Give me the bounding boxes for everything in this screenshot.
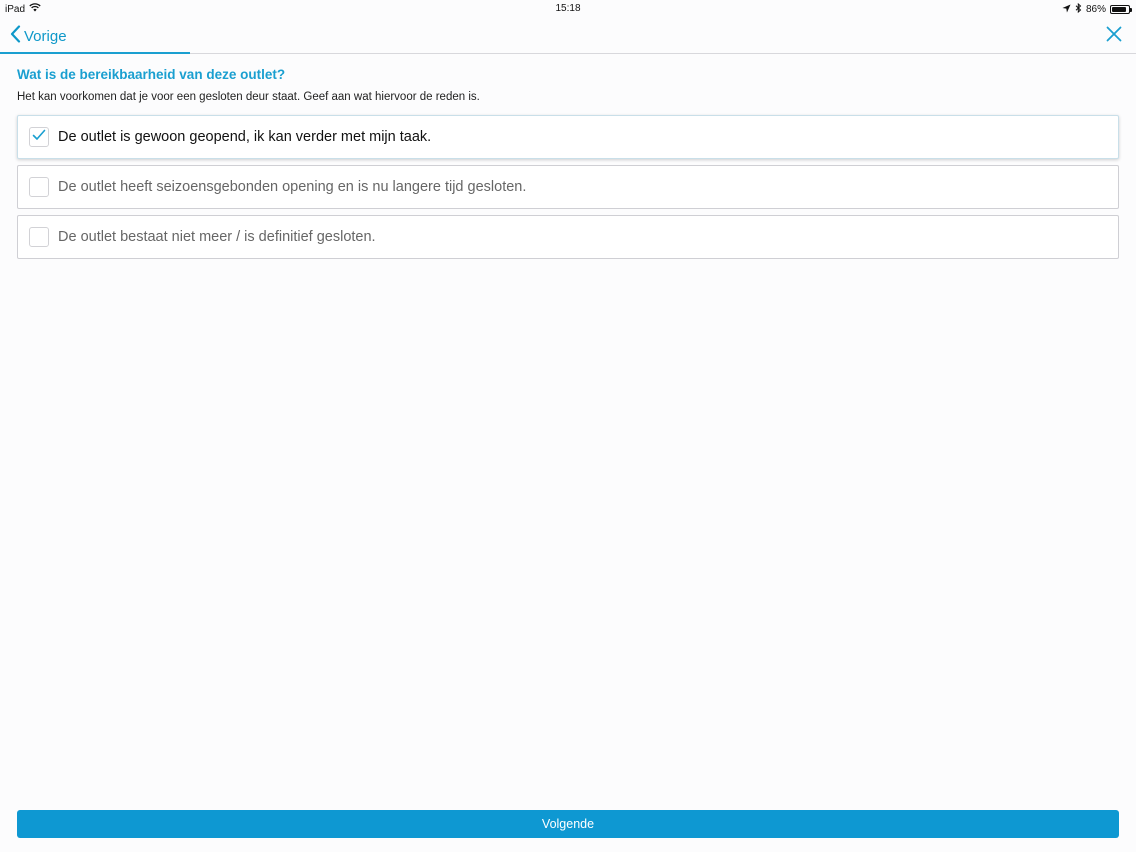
options-list: De outlet is gewoon geopend, ik kan verd… xyxy=(17,115,1119,265)
option-permanently-closed[interactable]: De outlet bestaat niet meer / is definit… xyxy=(17,215,1119,259)
option-label: De outlet heeft seizoensgebonden opening… xyxy=(58,179,527,195)
status-bar: iPad 15:18 86% xyxy=(0,0,1136,18)
option-label: De outlet is gewoon geopend, ik kan verd… xyxy=(58,129,432,145)
app-screen: iPad 15:18 86% Vorige Wat is de bereikba… xyxy=(0,0,1136,852)
battery-icon xyxy=(1110,5,1132,14)
back-label: Vorige xyxy=(24,27,67,45)
checkbox[interactable] xyxy=(29,227,49,247)
checkbox[interactable] xyxy=(29,127,49,147)
option-open[interactable]: De outlet is gewoon geopend, ik kan verd… xyxy=(17,115,1119,159)
option-label: De outlet bestaat niet meer / is definit… xyxy=(58,229,376,245)
navigation-bar: Vorige xyxy=(0,18,1136,54)
status-right: 86% xyxy=(1062,2,1132,16)
question-subtitle: Het kan voorkomen dat je voor een geslot… xyxy=(17,91,480,103)
next-button[interactable]: Volgende xyxy=(17,810,1119,838)
battery-percent: 86% xyxy=(1085,4,1106,15)
close-icon xyxy=(1106,26,1122,46)
battery-fill xyxy=(1112,7,1126,12)
location-arrow-icon xyxy=(1062,3,1071,16)
progress-fill xyxy=(0,52,190,54)
progress-bar xyxy=(0,52,1136,54)
close-button[interactable] xyxy=(1106,26,1122,47)
option-seasonal-closed[interactable]: De outlet heeft seizoensgebonden opening… xyxy=(17,165,1119,209)
bluetooth-icon xyxy=(1075,2,1082,16)
checkbox[interactable] xyxy=(29,177,49,197)
chevron-left-icon xyxy=(10,25,21,47)
status-time: 15:18 xyxy=(555,3,581,14)
question-title: Wat is de bereikbaarheid van deze outlet… xyxy=(17,67,286,82)
checkmark-icon xyxy=(32,128,46,146)
back-button[interactable]: Vorige xyxy=(10,25,67,47)
